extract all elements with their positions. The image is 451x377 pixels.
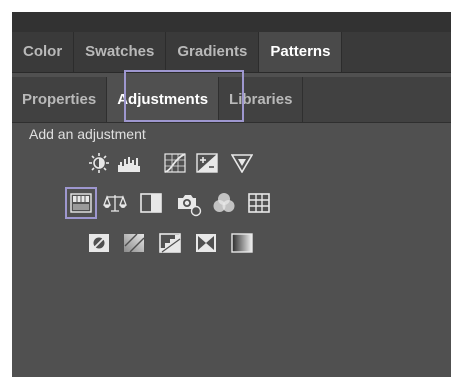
black-white-icon[interactable]	[140, 193, 162, 218]
vibrance-icon[interactable]	[230, 153, 254, 178]
photo-filter-icon[interactable]	[176, 193, 202, 222]
exposure-icon[interactable]	[196, 153, 218, 178]
channel-mixer-icon[interactable]	[212, 192, 236, 219]
color-balance-icon[interactable]	[103, 193, 127, 218]
invert-icon[interactable]	[88, 233, 110, 258]
tab-color[interactable]: Color	[12, 32, 75, 72]
hue-saturation-icon[interactable]	[70, 192, 92, 219]
panel-top-strip	[12, 12, 451, 32]
tab-properties[interactable]: Properties	[12, 77, 108, 122]
add-adjustment-label: Add an adjustment	[29, 126, 146, 142]
brightness-contrast-icon[interactable]	[88, 152, 110, 179]
panel-tab-bar: Color Swatches Gradients Patterns	[12, 32, 451, 73]
sub-tab-bar: Properties Adjustments Libraries	[12, 77, 451, 123]
tab-patterns[interactable]: Patterns	[259, 32, 343, 72]
tab-gradients[interactable]: Gradients	[166, 32, 260, 72]
selective-color-icon[interactable]	[195, 233, 217, 258]
color-lookup-icon[interactable]	[248, 193, 270, 218]
tab-swatches[interactable]: Swatches	[74, 32, 167, 72]
posterize-icon[interactable]	[123, 233, 145, 258]
levels-icon[interactable]	[117, 153, 141, 178]
threshold-icon[interactable]	[159, 233, 181, 258]
tab-libraries[interactable]: Libraries	[219, 77, 304, 122]
curves-icon[interactable]	[164, 153, 186, 178]
gradient-map-icon[interactable]	[231, 233, 253, 258]
tab-adjustments[interactable]: Adjustments	[107, 77, 220, 122]
